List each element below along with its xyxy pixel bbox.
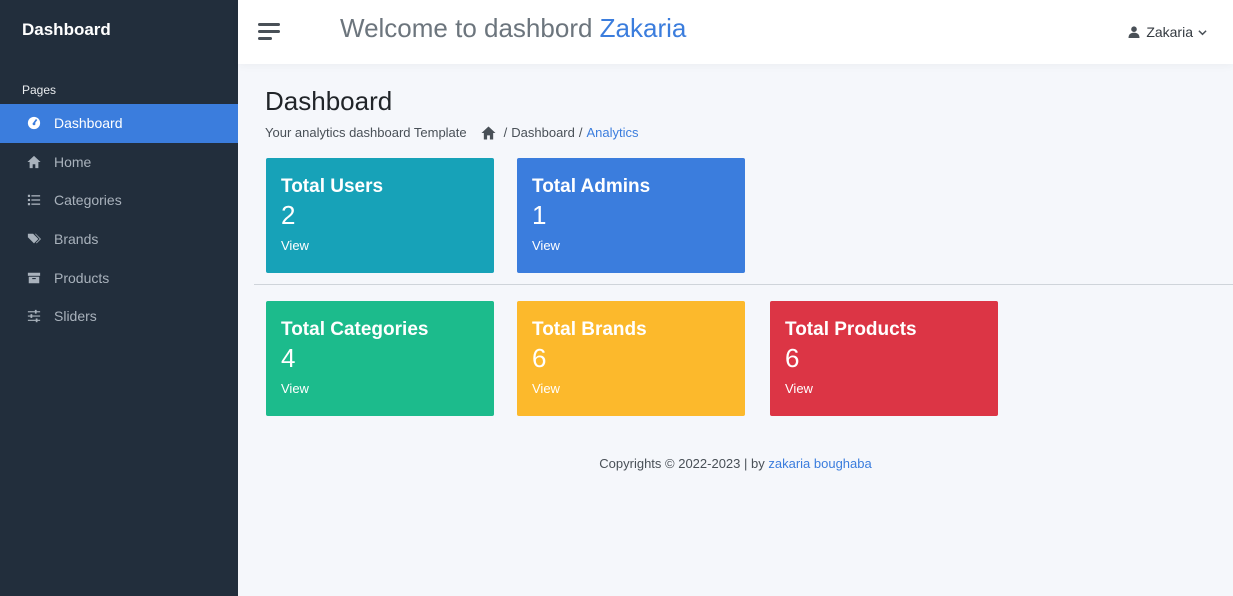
page-subtitle: Your analytics dashboard Template [265,125,467,140]
sidebar-item-label: Categories [54,192,122,209]
stat-card-users: Total Users 2 View [266,158,494,273]
sidebar-item-categories[interactable]: Categories [0,181,238,220]
sidebar-item-dashboard[interactable]: Dashboard [0,104,238,143]
stat-card-count: 6 [785,343,800,373]
home-icon[interactable] [481,125,496,140]
stat-card-view-link[interactable]: View [785,381,983,396]
stat-card-count: 4 [281,343,296,373]
stat-card-admins: Total Admins 1 View [517,158,745,273]
stat-card-title: Total Products [785,319,917,340]
breadcrumb-separator: / [578,125,583,140]
sidebar-item-products[interactable]: Products [0,258,238,297]
footer-copyright: Copyrights © 2022-2023 | by [599,456,765,471]
stat-card-title: Total Categories [281,319,429,340]
sidebar-item-label: Products [54,269,110,286]
page-title: Dashboard [265,86,393,116]
sidebar-item-sliders[interactable]: Sliders [0,297,238,336]
sidebar-nav: Dashboard Home Categories Brands Product… [0,104,238,336]
stat-card-brands: Total Brands 6 View [517,301,745,416]
chevron-down-icon [1198,29,1207,35]
sidebar-item-label: Sliders [54,308,97,325]
section-divider [254,284,1233,285]
stat-card-title: Total Users [281,176,384,197]
sidebar-brand[interactable]: Dashboard [22,20,111,40]
stat-card-title: Total Brands [532,319,647,340]
main-content: Dashboard Your analytics dashboard Templ… [238,64,1233,596]
stat-card-categories: Total Categories 4 View [266,301,494,416]
sidebar-section-header: Pages [22,83,57,97]
stat-card-products: Total Products 6 View [770,301,998,416]
list-icon [26,192,42,208]
user-icon [1128,26,1140,38]
breadcrumb-item-dashboard[interactable]: Dashboard [511,125,575,140]
hamburger-menu-icon[interactable] [258,23,280,41]
home-icon [26,154,42,170]
breadcrumb: / Dashboard / Analytics [481,125,639,140]
user-menu-dropdown[interactable]: Zakaria [1128,24,1207,40]
sidebar: Dashboard Pages Dashboard Home Categorie… [0,0,238,596]
breadcrumb-separator: / [503,125,508,140]
topbar: Welcome to dashbord Zakaria Zakaria [238,0,1233,64]
user-menu-name: Zakaria [1146,24,1193,40]
archive-icon [26,270,42,286]
stat-card-count: 2 [281,200,296,230]
welcome-text: Welcome to dashbord [340,13,593,43]
breadcrumb-item-analytics: Analytics [586,125,639,140]
footer-author-link[interactable]: zakaria boughaba [768,456,871,471]
welcome-user-name: Zakaria [599,13,687,43]
sliders-icon [26,308,42,324]
stat-card-view-link[interactable]: View [281,381,479,396]
footer: Copyrights © 2022-2023 | by zakaria boug… [238,456,1233,471]
sidebar-item-label: Brands [54,231,99,248]
gauge-icon [26,115,42,131]
welcome-heading: Welcome to dashbord Zakaria [340,13,686,44]
sidebar-item-brands[interactable]: Brands [0,220,238,259]
stat-card-count: 6 [532,343,547,373]
stat-card-view-link[interactable]: View [532,238,730,253]
stat-card-view-link[interactable]: View [532,381,730,396]
stat-card-count: 1 [532,200,547,230]
stat-card-title: Total Admins [532,176,651,197]
sidebar-item-label: Dashboard [54,115,123,132]
sidebar-item-home[interactable]: Home [0,143,238,182]
tags-icon [26,231,42,247]
stat-card-view-link[interactable]: View [281,238,479,253]
page-subtitle-row: Your analytics dashboard Template / Dash… [265,125,639,140]
sidebar-item-label: Home [54,153,92,170]
